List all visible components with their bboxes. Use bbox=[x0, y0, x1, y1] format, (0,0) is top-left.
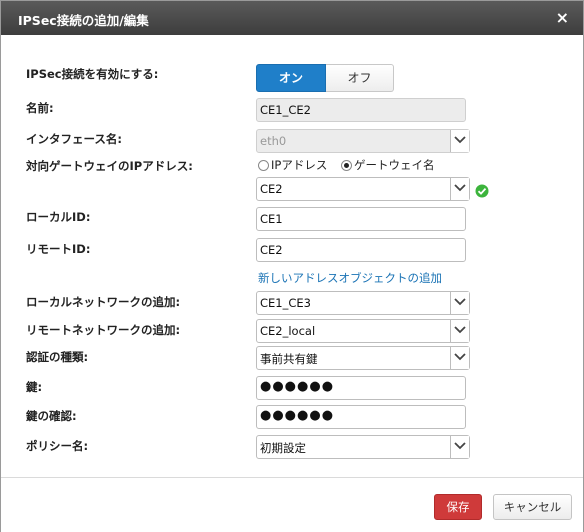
chevron-down-icon[interactable] bbox=[450, 347, 469, 369]
cancel-button[interactable]: キャンセル bbox=[493, 494, 572, 520]
interface-label: インタフェース名: bbox=[26, 132, 123, 146]
chevron-down-icon[interactable] bbox=[450, 292, 469, 314]
gateway-value: CE2 bbox=[260, 182, 283, 196]
chevron-down-icon[interactable] bbox=[450, 320, 469, 342]
policy-select[interactable]: 初期設定 bbox=[256, 435, 470, 459]
key-confirm-field[interactable]: ●●●●●● bbox=[256, 405, 466, 429]
radio-ip-address[interactable]: IPアドレス bbox=[258, 157, 327, 173]
enable-label: IPSec接続を有効にする: bbox=[26, 67, 159, 81]
remote-network-select[interactable]: CE2_local bbox=[256, 319, 470, 343]
policy-label: ポリシー名: bbox=[26, 439, 89, 453]
form-body: IPSec接続を有効にする: オン オフ 名前: CE1_CE2 インタフェース… bbox=[1, 36, 583, 476]
dialog-footer: 保存 キャンセル bbox=[1, 477, 583, 532]
remote-id-field[interactable]: CE2 bbox=[256, 238, 466, 262]
name-field[interactable]: CE1_CE2 bbox=[256, 98, 466, 122]
peer-label: 対向ゲートウェイのIPアドレス: bbox=[26, 159, 193, 173]
auth-type-value: 事前共有鍵 bbox=[260, 352, 318, 366]
ipsec-dialog: IPSec接続の追加/編集 × IPSec接続を有効にする: オン オフ 名前:… bbox=[0, 0, 584, 532]
local-network-select[interactable]: CE1_CE3 bbox=[256, 291, 470, 315]
check-ok-icon bbox=[475, 184, 489, 201]
interface-select[interactable]: eth0 bbox=[256, 129, 470, 153]
enable-toggle[interactable]: オン オフ bbox=[256, 64, 394, 92]
new-address-object-link[interactable]: 新しいアドレスオブジェクトの追加 bbox=[258, 270, 442, 286]
chevron-down-icon[interactable] bbox=[450, 178, 469, 200]
radio-ip-indicator bbox=[258, 160, 269, 171]
radio-gateway-name[interactable]: ゲートウェイ名 bbox=[340, 157, 435, 173]
remote-network-label: リモートネットワークの追加: bbox=[26, 323, 181, 337]
radio-ip-label: IPアドレス bbox=[271, 158, 328, 172]
local-id-label: ローカルID: bbox=[26, 210, 91, 224]
chevron-down-icon[interactable] bbox=[450, 436, 469, 458]
radio-gateway-indicator bbox=[340, 160, 352, 171]
name-label: 名前: bbox=[26, 101, 54, 115]
local-network-label: ローカルネットワークの追加: bbox=[26, 295, 181, 309]
local-network-value: CE1_CE3 bbox=[260, 296, 311, 310]
key-label: 鍵: bbox=[26, 380, 43, 394]
key-field[interactable]: ●●●●●● bbox=[256, 376, 466, 400]
toggle-off-button[interactable]: オフ bbox=[326, 64, 394, 92]
save-button[interactable]: 保存 bbox=[434, 494, 482, 520]
radio-gateway-label: ゲートウェイ名 bbox=[353, 158, 435, 172]
policy-value: 初期設定 bbox=[260, 441, 306, 455]
dialog-title: IPSec接続の追加/編集 bbox=[18, 13, 149, 28]
dialog-titlebar: IPSec接続の追加/編集 × bbox=[1, 1, 583, 35]
key-confirm-label: 鍵の確認: bbox=[26, 409, 77, 423]
chevron-down-icon[interactable] bbox=[450, 130, 469, 152]
gateway-select[interactable]: CE2 bbox=[256, 177, 470, 201]
auth-type-label: 認証の種類: bbox=[26, 350, 89, 364]
remote-id-label: リモートID: bbox=[26, 242, 91, 256]
auth-type-select[interactable]: 事前共有鍵 bbox=[256, 346, 470, 370]
peer-type-radio-group: IPアドレス ゲートウェイ名 bbox=[258, 157, 444, 173]
close-icon[interactable]: × bbox=[556, 8, 569, 27]
local-id-field[interactable]: CE1 bbox=[256, 207, 466, 231]
interface-value: eth0 bbox=[260, 134, 287, 148]
remote-network-value: CE2_local bbox=[260, 324, 316, 338]
toggle-on-button[interactable]: オン bbox=[256, 64, 326, 92]
